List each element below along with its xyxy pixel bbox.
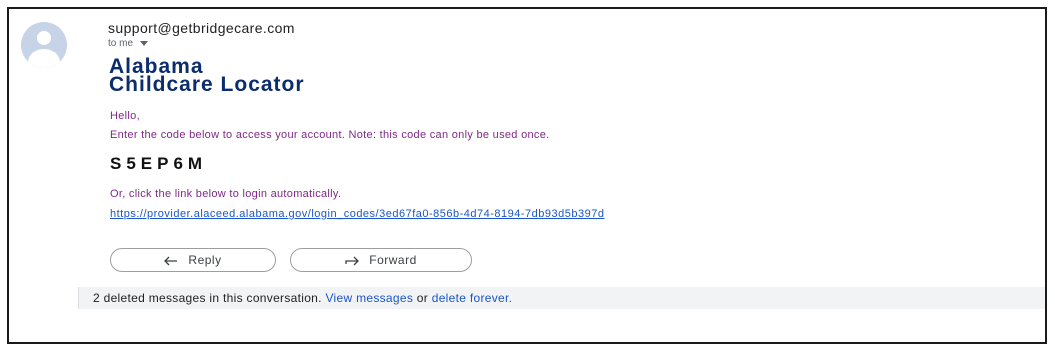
forward-button[interactable]: Forward: [290, 248, 472, 272]
or-word: or: [416, 291, 429, 305]
brand-line-2: Childcare Locator: [109, 73, 305, 96]
brand-logo: Alabama Childcare Locator: [109, 56, 305, 96]
avatar-body: [28, 49, 60, 68]
chevron-down-icon[interactable]: [140, 41, 149, 46]
forward-icon: [345, 256, 360, 266]
sender-avatar[interactable]: [21, 22, 67, 68]
view-messages-link[interactable]: View messages: [325, 291, 413, 305]
reply-icon: [164, 256, 178, 266]
reply-button[interactable]: Reply: [110, 248, 276, 272]
delete-forever-link[interactable]: delete forever.: [432, 291, 513, 305]
greeting-text: Hello,: [110, 110, 140, 122]
sender-email: support@getbridgecare.com: [108, 20, 295, 36]
login-link[interactable]: https://provider.alaceed.alabama.gov/log…: [110, 208, 604, 220]
reply-label: Reply: [188, 253, 222, 267]
instruction-text: Enter the code below to access your acco…: [110, 129, 550, 141]
deleted-messages-bar: 2 deleted messages in this conversation.…: [78, 287, 1045, 309]
avatar-head: [37, 31, 51, 45]
to-me-label: to me: [108, 38, 134, 49]
recipient-line[interactable]: to me: [108, 38, 149, 49]
deleted-text: 2 deleted messages in this conversation.: [93, 291, 322, 305]
access-code: S5EP6M: [110, 154, 208, 173]
forward-label: Forward: [369, 253, 417, 267]
or-text: Or, click the link below to login automa…: [110, 188, 342, 200]
